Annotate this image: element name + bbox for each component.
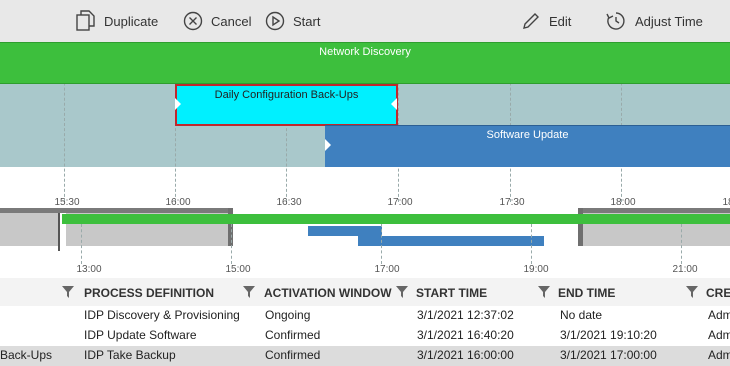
filter-icon[interactable]: [62, 286, 74, 298]
grid-line: [231, 224, 232, 264]
network-discovery-bar[interactable]: Network Discovery: [0, 42, 730, 84]
header-start-time[interactable]: START TIME: [416, 286, 487, 300]
edit-button[interactable]: Edit: [521, 9, 571, 33]
filter-icon[interactable]: [538, 286, 550, 298]
table-row-selected[interactable]: Back-Ups IDP Take Backup Confirmed 3/1/2…: [0, 346, 730, 366]
cell-process: IDP Discovery & Provisioning: [84, 308, 240, 322]
software-update-label: Software Update: [486, 129, 569, 141]
header-created-by[interactable]: CREA: [706, 286, 730, 300]
cell-start-time: 3/1/2021 16:00:00: [417, 348, 514, 362]
grid-line: [381, 224, 382, 264]
cell-window: Confirmed: [265, 348, 321, 362]
duplicate-icon: [76, 10, 95, 31]
cell-name: Back-Ups: [0, 348, 53, 362]
cell-created-by: Adm: [708, 308, 730, 322]
adjust-time-label: Adjust Time: [635, 13, 703, 29]
cell-process: IDP Update Software: [84, 328, 197, 342]
table-row[interactable]: IDP Update Software Confirmed 3/1/2021 1…: [0, 326, 730, 346]
overview-tick: 13:00: [76, 264, 102, 275]
pencil-icon: [523, 13, 539, 29]
cell-created-by: Adm: [708, 328, 730, 342]
grid-line: [681, 224, 682, 264]
daily-backup-label: Daily Configuration Back-Ups: [214, 89, 359, 101]
cell-end-time: 3/1/2021 19:10:20: [560, 328, 657, 342]
time-tick: 18: [722, 197, 730, 208]
overview-bar-network-discovery: [62, 214, 730, 224]
duplicate-label: Duplicate: [104, 13, 159, 29]
header-activation-window[interactable]: ACTIVATION WINDOW: [264, 286, 392, 300]
filter-icon[interactable]: [686, 286, 698, 298]
header-end-time[interactable]: END TIME: [558, 286, 615, 300]
start-button[interactable]: Start: [265, 9, 320, 33]
overview-tick: 17:00: [374, 264, 400, 275]
overview-bar-update: [308, 226, 382, 236]
cell-end-time: No date: [560, 308, 603, 322]
time-tick: 16:00: [165, 197, 191, 208]
time-tick: 17:00: [387, 197, 413, 208]
grid-line: [531, 224, 532, 264]
filter-icon[interactable]: [243, 286, 255, 298]
cell-start-time: 3/1/2021 12:37:02: [417, 308, 514, 322]
resize-handle-left-icon[interactable]: [324, 139, 332, 151]
cancel-label: Cancel: [211, 13, 252, 29]
overview-scroll-track: [580, 208, 730, 213]
overview-tick: 19:00: [523, 264, 549, 275]
time-tick: 15:30: [54, 197, 80, 208]
overview-tick: 21:00: [672, 264, 698, 275]
overview-scroll-track: [0, 208, 232, 213]
grid-line: [81, 224, 82, 264]
table-row[interactable]: IDP Discovery & Provisioning Ongoing 3/1…: [0, 306, 730, 326]
time-tick: 18:00: [610, 197, 636, 208]
time-tick: 17:30: [499, 197, 525, 208]
overview-bar-software-update: [358, 236, 544, 246]
adjust-time-button[interactable]: Adjust Time: [605, 9, 703, 33]
resize-handle-left-icon[interactable]: [174, 98, 182, 110]
cancel-button[interactable]: Cancel: [183, 9, 251, 33]
overview-tick: 15:00: [225, 264, 251, 275]
cell-window: Confirmed: [265, 328, 321, 342]
timeline-overview[interactable]: 13:00 15:00 17:00 19:00 21:00: [0, 208, 730, 278]
header-process-definition[interactable]: PROCESS DEFINITION: [84, 286, 214, 300]
cell-start-time: 3/1/2021 16:40:20: [417, 328, 514, 342]
edit-label: Edit: [549, 13, 572, 29]
daily-backup-bar[interactable]: Daily Configuration Back-Ups: [175, 84, 398, 126]
cell-process: IDP Take Backup: [84, 348, 176, 362]
cell-created-by: Adm: [708, 348, 730, 362]
clock-adjust-icon: [606, 12, 625, 30]
cell-window: Ongoing: [265, 308, 311, 322]
start-label: Start: [293, 13, 321, 29]
gantt-chart: Network Discovery Daily Configuration Ba…: [0, 42, 730, 208]
filter-icon[interactable]: [396, 286, 408, 298]
process-table: PROCESS DEFINITION ACTIVATION WINDOW STA…: [0, 278, 730, 366]
software-update-bar[interactable]: Software Update: [325, 125, 730, 167]
toolbar: Duplicate Cancel Start Edit Adjust Time: [0, 0, 730, 42]
resize-handle-right-icon[interactable]: [390, 98, 398, 110]
network-discovery-label: Network Discovery: [319, 46, 411, 58]
cell-end-time: 3/1/2021 17:00:00: [560, 348, 657, 362]
time-tick: 16:30: [276, 197, 302, 208]
cancel-icon: [183, 11, 203, 31]
play-icon: [265, 11, 285, 31]
duplicate-button[interactable]: Duplicate: [76, 9, 158, 33]
